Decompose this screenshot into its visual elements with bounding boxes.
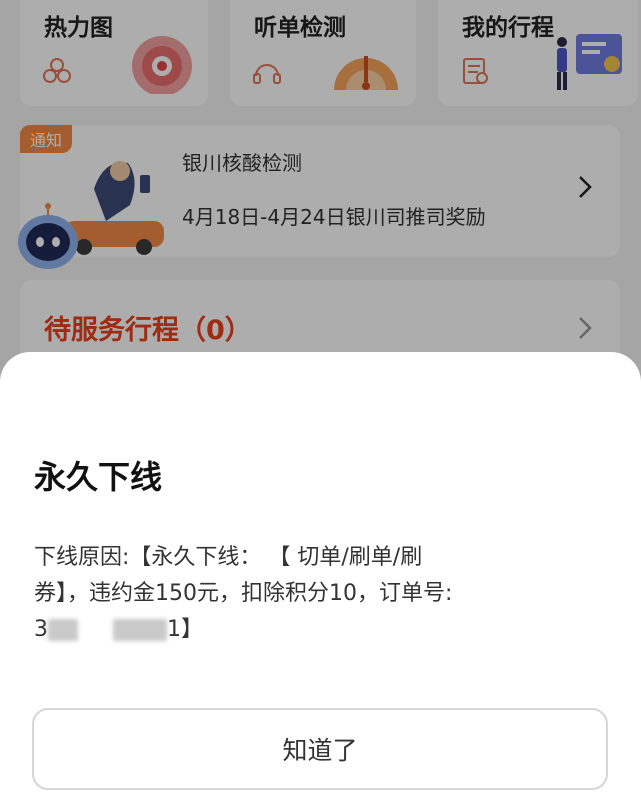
offline-dialog-sheet: 永久下线 下线原因:【永久下线： 【 切单/刷单/刷 券】，违约金150元，扣除… — [0, 352, 641, 808]
order-number-suffix: 1】 — [167, 617, 203, 642]
redacted-order-number — [113, 619, 167, 641]
order-number-prefix: 3 — [34, 617, 48, 642]
dialog-reason-line: 下线原因:【永久下线： 【 切单/刷单/刷 — [34, 545, 423, 570]
acknowledge-button[interactable]: 知道了 — [32, 708, 608, 790]
dialog-reason-line: 券】，违约金150元，扣除积分10，订单号: — [34, 581, 453, 606]
order-number-line: 3 1】 — [34, 612, 604, 648]
dialog-title: 永久下线 — [34, 458, 163, 496]
redacted-order-number — [48, 619, 78, 641]
dialog-message: 下线原因:【永久下线： 【 切单/刷单/刷 券】，违约金150元，扣除积分10，… — [34, 540, 604, 648]
